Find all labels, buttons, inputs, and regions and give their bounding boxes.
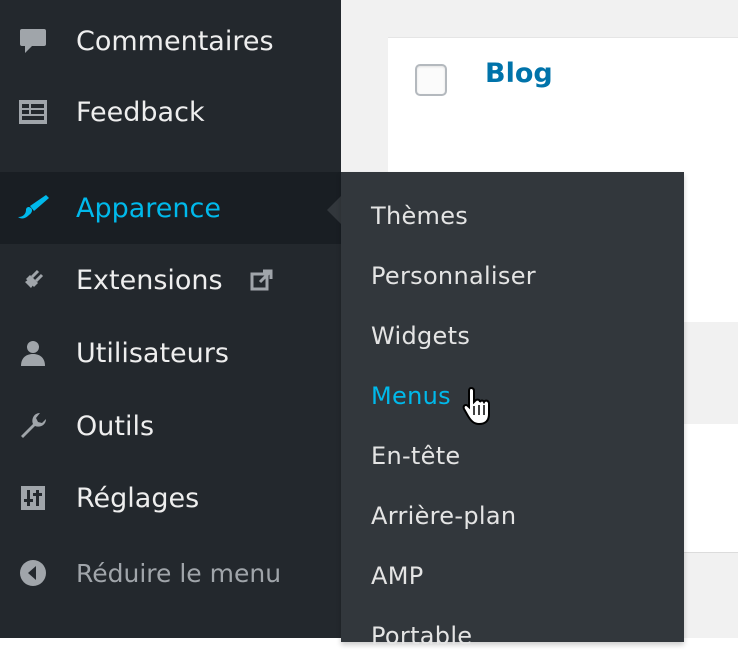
submenu-pointer [327, 196, 341, 224]
sidebar-item-label: Apparence [76, 192, 221, 224]
hand-pointer-icon [462, 386, 500, 430]
sidebar-item-label: Réglages [76, 482, 200, 514]
paintbrush-icon [16, 191, 50, 225]
external-link-icon [250, 268, 274, 299]
sidebar-item-feedback[interactable]: Feedback [0, 76, 341, 148]
sidebar-item-label: Réduire le menu [76, 558, 282, 588]
sidebar-item-commentaires[interactable]: Commentaires [0, 5, 341, 77]
settings-icon [16, 481, 50, 515]
sidebar-item-label: Utilisateurs [76, 337, 229, 369]
submenu-item-themes[interactable]: Thèmes [371, 202, 468, 230]
sidebar-item-label: Outils [76, 410, 155, 442]
sidebar-item-label: Feedback [76, 96, 205, 128]
sidebar-item-label: Commentaires [76, 25, 274, 57]
row-title-link[interactable]: Blog [485, 58, 553, 89]
submenu-item-portable[interactable]: Portable [371, 622, 472, 650]
sidebar-item-utilisateurs[interactable]: Utilisateurs [0, 317, 341, 389]
collapse-icon [16, 556, 50, 590]
submenu-item-en-tete[interactable]: En-tête [371, 442, 461, 470]
comment-icon [16, 24, 50, 58]
submenu-item-arriere-plan[interactable]: Arrière-plan [371, 502, 516, 530]
sidebar-item-outils[interactable]: Outils [0, 390, 341, 462]
submenu-item-amp[interactable]: AMP [371, 562, 424, 590]
admin-sidebar: Commentaires Feedback Apparence Extensio… [0, 0, 341, 638]
wrench-icon [16, 409, 50, 443]
sidebar-item-extensions[interactable]: Extensions [0, 244, 341, 316]
sidebar-item-reglages[interactable]: Réglages [0, 462, 341, 534]
sidebar-item-label: Extensions [76, 264, 223, 296]
sidebar-item-apparence[interactable]: Apparence [0, 172, 341, 244]
submenu-item-widgets[interactable]: Widgets [371, 322, 470, 350]
submenu-item-menus[interactable]: Menus [371, 382, 451, 410]
user-icon [16, 336, 50, 370]
row-checkbox[interactable] [415, 64, 447, 96]
submenu-item-personnaliser[interactable]: Personnaliser [371, 262, 536, 290]
plugin-icon [16, 263, 50, 297]
feedback-icon [16, 95, 50, 129]
apparence-submenu: Thèmes Personnaliser Widgets Menus En-tê… [341, 172, 684, 650]
pages-table-row [388, 37, 738, 173]
collapse-menu-button[interactable]: Réduire le menu [0, 537, 341, 609]
